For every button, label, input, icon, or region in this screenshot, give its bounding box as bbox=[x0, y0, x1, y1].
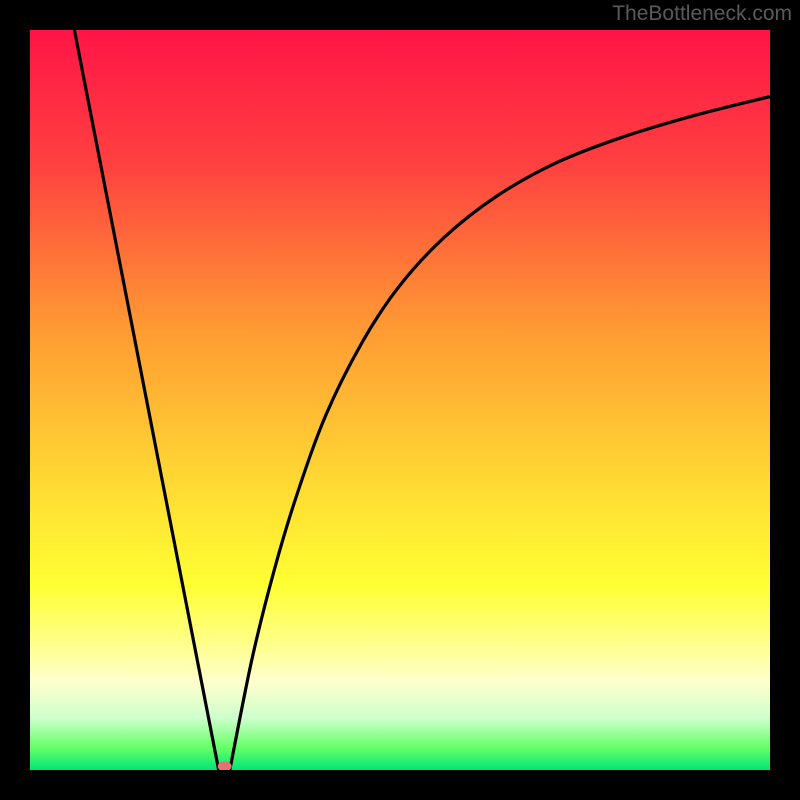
watermark-text: TheBottleneck.com bbox=[612, 2, 792, 26]
gradient-background bbox=[30, 30, 770, 770]
chart-plot-area bbox=[30, 30, 770, 770]
chart-svg bbox=[30, 30, 770, 770]
